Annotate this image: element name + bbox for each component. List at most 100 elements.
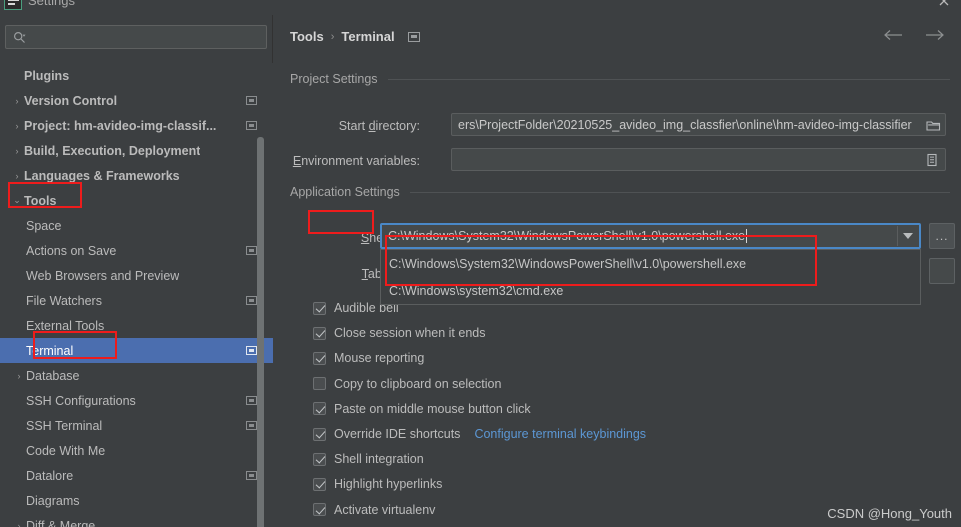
folder-browse-icon[interactable] — [926, 118, 941, 131]
sidebar-item-diagrams[interactable]: Diagrams — [0, 488, 273, 513]
breadcrumb-leaf: Terminal — [341, 29, 395, 44]
checkbox-label: Activate virtualenv — [334, 502, 436, 517]
configure-terminal-keybindings-link[interactable]: Configure terminal keybindings — [474, 427, 646, 441]
checkbox-input[interactable] — [313, 377, 326, 391]
chevron-right-icon[interactable]: › — [12, 521, 26, 527]
breadcrumb-root[interactable]: Tools — [290, 29, 324, 44]
list-edit-icon[interactable] — [926, 153, 941, 166]
start-directory-field[interactable]: ers\ProjectFolder\20210525_avideo_img_cl… — [451, 113, 946, 136]
project-level-settings-icon — [407, 31, 420, 42]
checkbox-row-activate-virtualenv[interactable]: Activate virtualenv — [313, 501, 435, 519]
shell-path-value: C:\Windows\System32\WindowsPowerShell\v1… — [388, 229, 746, 243]
checkbox-row-close-session-when-it-ends[interactable]: Close session when it ends — [313, 324, 485, 342]
sidebar-item-terminal[interactable]: Terminal — [0, 338, 273, 363]
sidebar-item-actions-on-save[interactable]: Actions on Save — [0, 238, 273, 263]
sidebar-item-version-control[interactable]: › Version Control — [0, 88, 273, 113]
project-level-settings-icon — [246, 96, 257, 105]
checkbox-label: Highlight hyperlinks — [334, 477, 443, 492]
sidebar-item-label: Tools — [24, 193, 57, 208]
tab-name-extra-button[interactable] — [929, 258, 955, 284]
text-caret — [746, 229, 748, 243]
checkbox-input[interactable] — [313, 427, 326, 441]
sidebar-item-ssh-terminal[interactable]: SSH Terminal — [0, 413, 273, 438]
settings-dialog: Settings Plugins › Version Control › Project… — [0, 0, 961, 527]
environment-variables-field[interactable] — [451, 148, 946, 171]
chevron-right-icon[interactable]: › — [10, 171, 24, 181]
close-icon[interactable] — [937, 0, 951, 8]
sidebar-item-plugins[interactable]: Plugins — [0, 63, 273, 88]
navigation-arrows — [883, 29, 945, 41]
sidebar-item-web-browsers-and-preview[interactable]: Web Browsers and Preview — [0, 263, 273, 288]
sidebar-item-project-hm-avideo-img-classif[interactable]: › Project: hm-avideo-img-classif... — [0, 113, 273, 138]
sidebar-item-build-execution-deployment[interactable]: › Build, Execution, Deployment — [0, 138, 273, 163]
checkbox-input[interactable] — [313, 477, 326, 491]
checkbox-label: Close session when it ends — [334, 326, 486, 341]
search-input[interactable] — [5, 25, 267, 49]
settings-tree[interactable]: Plugins › Version Control › Project: hm-avid… — [0, 63, 273, 527]
sidebar-item-code-with-me[interactable]: Code With Me — [0, 438, 273, 463]
sidebar-item-label: Actions on Save — [26, 243, 117, 258]
checkbox-row-paste-on-middle-mouse-button-click[interactable]: Paste on middle mouse button click — [313, 400, 531, 418]
arrow-right-icon[interactable] — [925, 29, 945, 41]
chevron-right-icon[interactable]: › — [10, 96, 24, 106]
sidebar-item-label: SSH Configurations — [26, 393, 136, 408]
chevron-down-icon[interactable] — [897, 226, 918, 246]
sidebar-item-datalore[interactable]: Datalore — [0, 463, 273, 488]
application-settings-title: Application Settings — [290, 185, 400, 199]
sidebar-item-tools[interactable]: ⌄ Tools — [0, 188, 273, 213]
start-directory-label: Start directory: — [338, 119, 420, 133]
title-bar: Settings — [0, 0, 961, 15]
sidebar-item-label: SSH Terminal — [26, 418, 103, 433]
sidebar-item-file-watchers[interactable]: File Watchers — [0, 288, 273, 313]
chevron-right-icon[interactable]: › — [10, 146, 24, 156]
shell-path-combobox[interactable]: C:\Windows\System32\WindowsPowerShell\v1… — [380, 223, 921, 249]
checkbox-label: Paste on middle mouse button click — [334, 401, 531, 416]
checkbox-input[interactable] — [313, 326, 326, 340]
shell-path-browse-button[interactable]: ... — [929, 223, 955, 249]
checkbox-input[interactable] — [313, 301, 326, 315]
breadcrumb-separator: › — [330, 30, 335, 43]
breadcrumb: Tools › Terminal — [290, 29, 420, 44]
section-divider — [409, 191, 950, 193]
sidebar-item-label: Project: hm-avideo-img-classif... — [24, 118, 217, 133]
checkbox-input[interactable] — [313, 452, 326, 466]
sidebar-item-label: Diagrams — [26, 493, 80, 508]
checkbox-input[interactable] — [313, 351, 326, 365]
shell-path-option[interactable]: C:\Windows\System32\WindowsPowerShell\v1… — [381, 250, 920, 277]
project-level-settings-icon — [246, 296, 257, 305]
chevron-right-icon[interactable]: › — [12, 371, 26, 381]
watermark: CSDN @Hong_Youth — [827, 506, 952, 521]
sidebar-item-database[interactable]: › Database — [0, 363, 273, 388]
settings-window-icon — [4, 0, 22, 10]
sidebar-scrollbar-thumb[interactable] — [257, 137, 264, 527]
project-level-settings-icon — [246, 396, 257, 405]
sidebar-item-diff-merge[interactable]: › Diff & Merge — [0, 513, 273, 527]
sidebar-scrollbar-track[interactable] — [257, 75, 268, 527]
sidebar-item-languages-frameworks[interactable]: › Languages & Frameworks — [0, 163, 273, 188]
checkbox-row-mouse-reporting[interactable]: Mouse reporting — [313, 349, 424, 367]
sidebar-item-label: Languages & Frameworks — [24, 168, 180, 183]
sidebar-item-external-tools[interactable]: External Tools — [0, 313, 273, 338]
checkbox-row-highlight-hyperlinks[interactable]: Highlight hyperlinks — [313, 475, 442, 493]
project-settings-title: Project Settings — [290, 72, 378, 86]
project-level-settings-icon — [246, 246, 257, 255]
shell-path-option[interactable]: C:\Windows\system32\cmd.exe — [381, 277, 920, 304]
sidebar-item-label: File Watchers — [26, 293, 102, 308]
sidebar-item-ssh-configurations[interactable]: SSH Configurations — [0, 388, 273, 413]
application-settings-section-header: Application Settings — [290, 185, 950, 199]
chevron-down-icon[interactable]: ⌄ — [10, 195, 24, 206]
arrow-left-icon[interactable] — [883, 29, 903, 41]
checkbox-row-override-ide-shortcuts[interactable]: Override IDE shortcuts Configure terminal… — [313, 425, 646, 443]
sidebar-item-space[interactable]: Space — [0, 213, 273, 238]
checkbox-input[interactable] — [313, 503, 326, 517]
checkbox-input[interactable] — [313, 402, 326, 416]
shell-path-dropdown-list[interactable]: C:\Windows\System32\WindowsPowerShell\v1… — [380, 249, 921, 305]
sidebar-item-label: External Tools — [26, 318, 105, 333]
checkbox-row-copy-to-clipboard-on-selection[interactable]: Copy to clipboard on selection — [313, 375, 501, 393]
sidebar-item-label: Plugins — [24, 68, 70, 83]
start-directory-value: ers\ProjectFolder\20210525_avideo_img_cl… — [458, 117, 912, 132]
sidebar-item-label: Version Control — [24, 93, 118, 108]
section-divider — [387, 78, 950, 80]
checkbox-row-shell-integration[interactable]: Shell integration — [313, 450, 424, 468]
chevron-right-icon[interactable]: › — [10, 121, 24, 131]
